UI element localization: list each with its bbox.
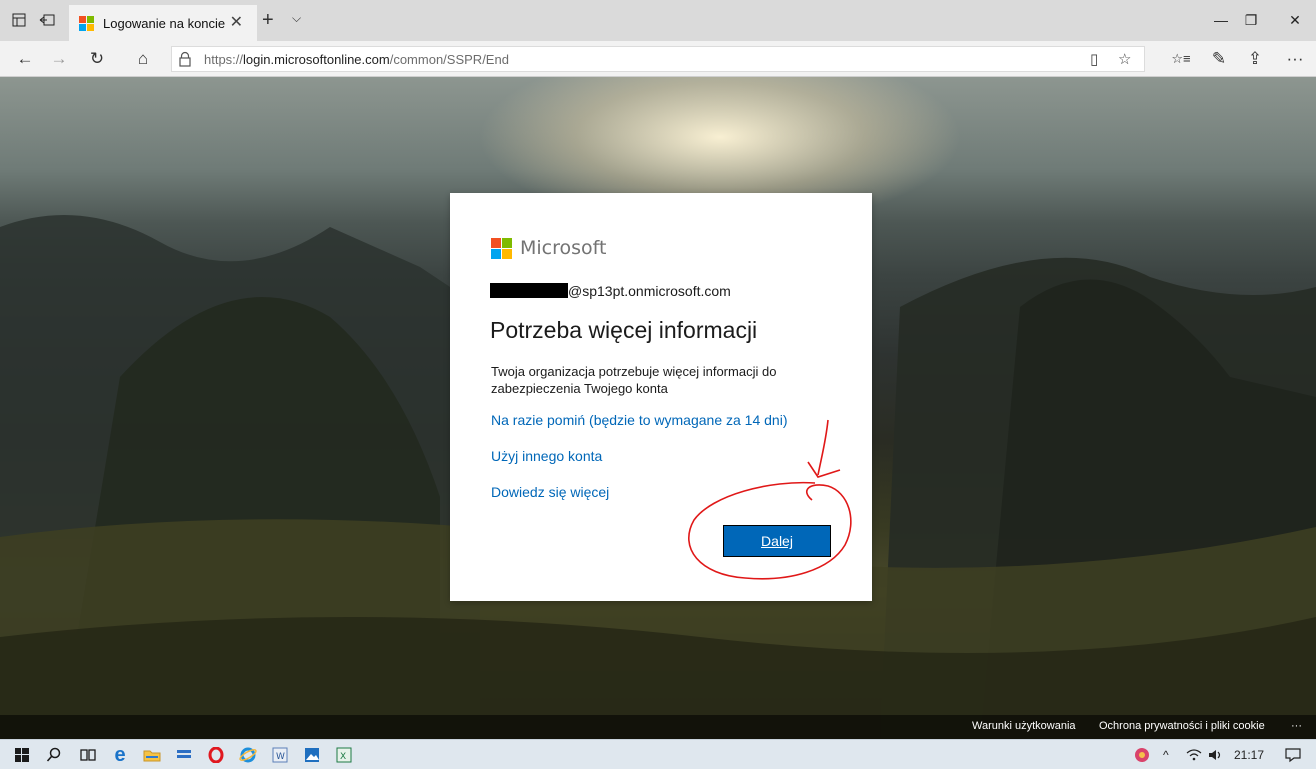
wifi-icon[interactable] — [1182, 744, 1206, 766]
terms-link[interactable]: Warunki użytkowania — [972, 720, 1076, 732]
footer-more-icon[interactable]: ··· — [1291, 720, 1302, 732]
url-input[interactable]: https://login.microsoftonline.com/common… — [171, 46, 1145, 72]
tray-app-icon[interactable] — [1130, 744, 1154, 766]
url-text: https://login.microsoftonline.com/common… — [204, 52, 509, 67]
windows-taskbar: e W X ^ 21:17 — [0, 739, 1316, 769]
tab-strip: Logowanie na koncie ✕ + ⌵ — ❐ ✕ — [0, 0, 1316, 41]
minimize-button[interactable]: — — [1206, 8, 1236, 32]
privacy-cookies-link[interactable]: Ochrona prywatności i pliki cookie — [1099, 720, 1265, 732]
restore-button[interactable]: ❐ — [1236, 8, 1266, 32]
home-button[interactable]: ⌂ — [130, 47, 156, 71]
page-background: Warunki użytkowania Ochrona prywatności … — [0, 77, 1316, 739]
account-identity: @sp13pt.onmicrosoft.com — [568, 283, 731, 299]
microsoft-logo-icon — [491, 237, 512, 259]
photos-icon[interactable] — [300, 744, 324, 766]
opera-icon[interactable] — [204, 744, 228, 766]
microsoft-logo: Microsoft — [491, 237, 606, 259]
edge-browser-icon[interactable]: e — [108, 744, 132, 766]
address-bar-row: ← → ↻ ⌂ https://login.microsoftonline.co… — [0, 41, 1316, 77]
clock[interactable]: 21:17 — [1234, 748, 1264, 762]
tab-actions-icon[interactable] — [8, 9, 30, 31]
favorites-hub-icon[interactable]: ☆≡ — [1168, 47, 1194, 71]
description-text: Twoja organizacja potrzebuje więcej info… — [491, 364, 777, 396]
learn-more-link[interactable]: Dowiedz się więcej — [491, 484, 609, 500]
action-center-icon[interactable] — [1281, 744, 1305, 766]
search-icon[interactable] — [42, 744, 66, 766]
brand-name: Microsoft — [520, 237, 607, 259]
tab-close-icon[interactable]: ✕ — [230, 12, 243, 32]
file-explorer-icon[interactable] — [140, 744, 164, 766]
word-icon[interactable]: W — [268, 744, 292, 766]
set-tabs-aside-icon[interactable] — [36, 9, 58, 31]
start-windows-icon[interactable] — [10, 744, 34, 766]
back-button[interactable]: ← — [12, 47, 38, 71]
svg-text:X: X — [340, 752, 346, 762]
web-notes-icon[interactable]: ✎ — [1206, 47, 1232, 71]
new-tab-button[interactable]: + — [262, 9, 274, 31]
use-another-account-link[interactable]: Użyj innego konta — [491, 448, 602, 464]
close-window-button[interactable]: ✕ — [1280, 8, 1310, 32]
internet-explorer-icon[interactable] — [236, 744, 260, 766]
skip-for-now-link[interactable]: Na razie pomiń (będzie to wymagane za 14… — [491, 412, 788, 428]
redacted-username — [490, 283, 568, 298]
more-options-icon[interactable]: ··· — [1282, 47, 1308, 71]
forward-button[interactable]: → — [46, 47, 72, 71]
excel-icon[interactable]: X — [332, 744, 356, 766]
page-footer: Warunki użytkowania Ochrona prywatności … — [0, 715, 1316, 739]
reading-view-icon[interactable]: ▯ — [1090, 50, 1098, 68]
task-view-icon[interactable] — [76, 744, 100, 766]
page-title: Potrzeba więcej informacji — [490, 317, 758, 343]
tab-active[interactable]: Logowanie na koncie ✕ — [69, 5, 257, 41]
share-icon[interactable]: ⇪ — [1242, 47, 1268, 71]
store-icon[interactable] — [172, 744, 196, 766]
refresh-button[interactable]: ↻ — [84, 47, 110, 71]
svg-text:W: W — [276, 752, 285, 762]
tab-preview-chevron-icon[interactable]: ⌵ — [292, 11, 301, 26]
signin-dialog: Microsoft @sp13pt.onmicrosoft.com Potrze… — [450, 193, 872, 601]
favorite-star-icon[interactable]: ☆ — [1118, 50, 1131, 68]
next-button[interactable]: Dalej — [723, 525, 831, 557]
tab-title: Logowanie na koncie — [103, 15, 226, 31]
microsoft-favicon-icon — [79, 15, 94, 31]
tray-chevron-icon[interactable]: ^ — [1163, 748, 1169, 762]
lock-icon — [179, 51, 191, 67]
volume-icon[interactable] — [1204, 744, 1228, 766]
